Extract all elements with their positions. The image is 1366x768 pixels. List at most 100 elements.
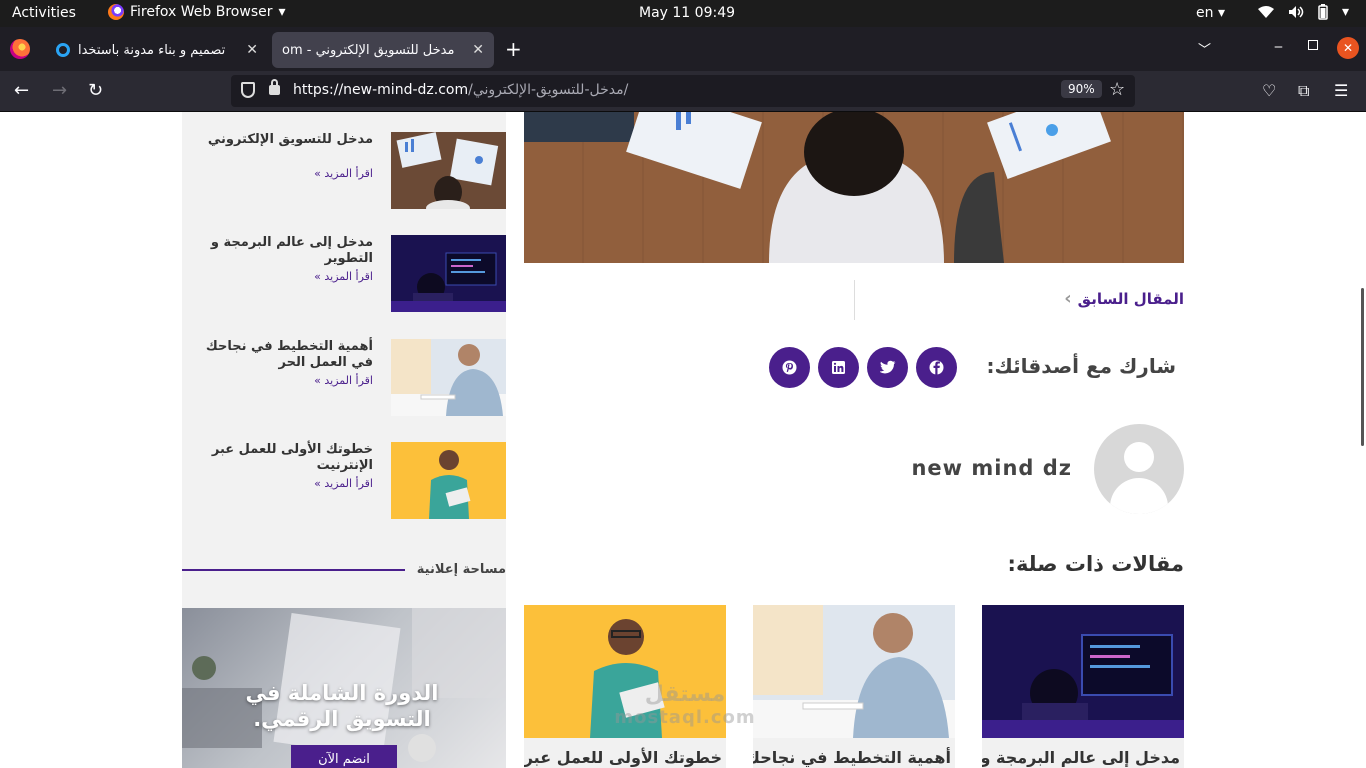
reload-button[interactable]: ↻ <box>88 80 103 101</box>
tab-strip: تصميم و بناء مدونة باستخدا ✕ مدخل للتسوي… <box>0 27 1366 71</box>
post-thumbnail[interactable] <box>391 339 506 416</box>
bookmark-star-icon[interactable]: ☆ <box>1109 79 1125 100</box>
author-box: new mind dz <box>524 424 1184 514</box>
post-thumbnail[interactable] <box>391 442 506 519</box>
minimize-button[interactable]: ‒ <box>1274 39 1283 55</box>
pocket-icon[interactable]: ♡ <box>1262 81 1276 100</box>
zoom-indicator[interactable]: 90% <box>1061 80 1102 98</box>
lock-icon[interactable] <box>269 79 280 95</box>
post-thumbnail[interactable] <box>391 132 506 209</box>
system-top-bar: Activities Firefox Web Browser ▾ May 11 … <box>0 0 1366 27</box>
sidebar: مدخل للتسويق الإلكتروني اقرأ المزيد » مد… <box>182 112 506 768</box>
close-tab-icon[interactable]: ✕ <box>472 42 484 58</box>
author-name[interactable]: new mind dz <box>911 456 1072 480</box>
linkedin-icon <box>832 361 845 374</box>
facebook-icon <box>929 360 944 375</box>
related-post-card[interactable]: أهمية التخطيط في نجاحك <box>753 605 955 768</box>
post-thumbnail[interactable] <box>391 235 506 312</box>
watermark-latin: mostaql.com <box>614 707 756 728</box>
language-indicator[interactable]: en ▾ <box>1196 5 1225 21</box>
extensions-icon[interactable]: ⧉ <box>1298 81 1309 101</box>
related-post-title[interactable]: أهمية التخطيط في نجاحك <box>753 738 955 768</box>
clock[interactable]: May 11 09:49 <box>639 5 735 21</box>
page-scrollbar[interactable] <box>1361 288 1364 446</box>
join-now-button[interactable]: انضم الآن <box>291 745 397 768</box>
volume-icon <box>1289 6 1304 18</box>
menu-hamburger-icon[interactable]: ☰ <box>1334 81 1348 100</box>
ad-banner[interactable]: الدورة الشاملة في التسويق الرقمي. انضم ا… <box>182 608 506 768</box>
firefox-view-icon[interactable] <box>10 39 30 59</box>
post-title[interactable]: خطوتك الأولى للعمل عبر الإنترنيت <box>193 442 373 474</box>
ad-heading-label: مساحة إعلانية <box>416 562 506 577</box>
share-section: شارك مع أصدقائك: <box>524 347 1184 389</box>
previous-post-link[interactable]: المقال السابق › <box>1064 288 1184 309</box>
nav-divider <box>854 280 855 320</box>
chevron-down-icon: ▾ <box>278 4 286 20</box>
wifi-icon <box>1258 6 1274 18</box>
firefox-icon <box>108 4 124 20</box>
related-post-title[interactable]: مدخل إلى عالم البرمجة و <box>982 738 1184 768</box>
twitter-share-button[interactable] <box>867 347 908 388</box>
page-viewport: مدخل للتسويق الإلكتروني اقرأ المزيد » مد… <box>0 112 1366 768</box>
related-post-image[interactable] <box>753 605 955 738</box>
chevron-down-icon: ▾ <box>1342 4 1350 20</box>
tracking-protection-icon[interactable] <box>241 82 255 98</box>
new-tab-button[interactable]: + <box>505 37 522 61</box>
heading-divider <box>182 569 405 571</box>
share-label: شارك مع أصدقائك: <box>986 354 1176 378</box>
url-text[interactable]: https://new-mind-dz.com/مدخل-للتسويق-الإ… <box>293 82 628 98</box>
watermark: مستقل mostaql.com <box>600 682 770 728</box>
related-post-card[interactable]: مدخل إلى عالم البرمجة و <box>982 605 1184 768</box>
sidebar-post[interactable]: خطوتك الأولى للعمل عبر الإنترنيت اقرأ ال… <box>182 442 506 519</box>
maximize-button[interactable] <box>1308 40 1318 50</box>
tab-marketing-intro[interactable]: مدخل للتسويق الإلكتروني - om ✕ <box>272 32 494 68</box>
related-post-image[interactable] <box>982 605 1184 738</box>
pinterest-share-button[interactable] <box>769 347 810 388</box>
facebook-share-button[interactable] <box>916 347 957 388</box>
url-bar[interactable]: https://new-mind-dz.com/مدخل-للتسويق-الإ… <box>231 75 1135 107</box>
read-more-link[interactable]: اقرأ المزيد » <box>314 270 373 283</box>
chevron-right-icon: › <box>1064 288 1072 309</box>
battery-icon <box>1318 4 1328 20</box>
url-host: https://new-mind-dz.com <box>293 82 469 98</box>
linkedin-share-button[interactable] <box>818 347 859 388</box>
list-all-tabs-button[interactable]: ﹀ <box>1198 39 1211 58</box>
post-title[interactable]: مدخل للتسويق الإلكتروني <box>193 132 373 148</box>
read-more-link[interactable]: اقرأ المزيد » <box>314 374 373 387</box>
twitter-icon <box>880 360 896 374</box>
sidebar-post[interactable]: مدخل للتسويق الإلكتروني اقرأ المزيد » <box>182 132 506 209</box>
app-menu[interactable]: Firefox Web Browser ▾ <box>108 4 286 20</box>
chevron-down-icon: ▾ <box>1217 5 1225 21</box>
related-posts-heading: مقالات ذات صلة: <box>1007 552 1184 576</box>
ad-title: الدورة الشاملة في التسويق الرقمي. <box>245 681 439 731</box>
article-column: المقال السابق › شارك مع أصدقائك: new min… <box>524 112 1184 768</box>
ad-section-heading: مساحة إعلانية <box>182 562 506 582</box>
tab-blog-design[interactable]: تصميم و بناء مدونة باستخدا ✕ <box>46 32 268 68</box>
close-tab-icon[interactable]: ✕ <box>246 42 258 58</box>
sidebar-post[interactable]: أهمية التخطيط في نجاحك في العمل الحر اقر… <box>182 339 506 416</box>
watermark-arabic: مستقل <box>644 682 726 707</box>
system-tray[interactable]: ▾ <box>1258 4 1349 20</box>
author-avatar[interactable] <box>1094 424 1184 514</box>
article-featured-image <box>524 112 1184 263</box>
url-path: /مدخل-للتسويق-الإلكتروني/ <box>468 82 629 98</box>
post-navigation: المقال السابق › <box>524 280 1184 320</box>
navigation-toolbar: ← → ↻ https://new-mind-dz.com/مدخل-للتسو… <box>0 71 1366 112</box>
activities-button[interactable]: Activities <box>12 5 76 21</box>
forward-button[interactable]: → <box>52 80 67 101</box>
app-name: Firefox Web Browser <box>130 4 273 20</box>
tab-title: مدخل للتسويق الإلكتروني - om <box>282 42 455 58</box>
read-more-link[interactable]: اقرأ المزيد » <box>314 477 373 490</box>
site-favicon-icon <box>56 43 70 57</box>
post-title[interactable]: أهمية التخطيط في نجاحك في العمل الحر <box>193 339 373 371</box>
previous-post-label: المقال السابق <box>1077 289 1184 308</box>
close-window-button[interactable]: ✕ <box>1337 37 1359 59</box>
sidebar-post[interactable]: مدخل إلى عالم البرمجة و التطوير اقرأ الم… <box>182 235 506 312</box>
tab-title: تصميم و بناء مدونة باستخدا <box>78 42 226 58</box>
language-label: en <box>1196 5 1214 21</box>
related-post-title[interactable]: خطوتك الأولى للعمل عبر <box>524 738 726 768</box>
back-button[interactable]: ← <box>14 80 29 101</box>
post-title[interactable]: مدخل إلى عالم البرمجة و التطوير <box>193 235 373 267</box>
read-more-link[interactable]: اقرأ المزيد » <box>314 167 373 180</box>
pinterest-icon <box>782 360 797 375</box>
